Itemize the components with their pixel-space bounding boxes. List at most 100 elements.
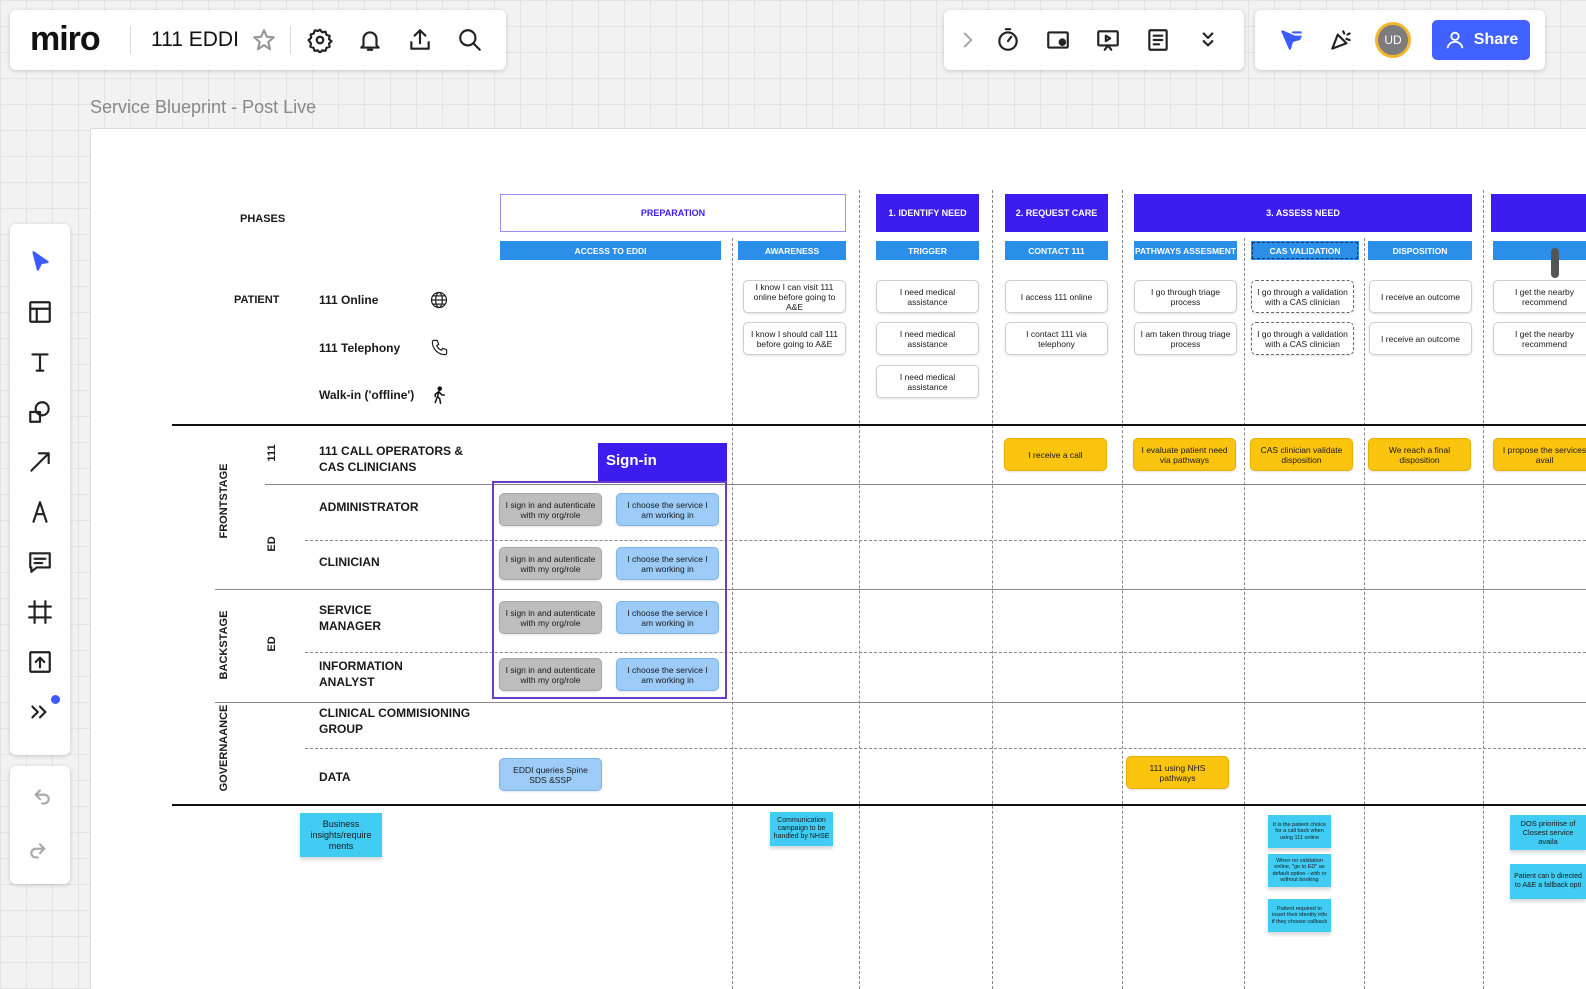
card-next-telephony[interactable]: I get the nearby recommend — [1493, 322, 1586, 355]
undo-redo-toolbar — [10, 766, 70, 884]
row-divider — [265, 484, 1586, 485]
subphase-access-eddi[interactable]: ACCESS TO EDDI — [500, 241, 721, 260]
card-choose-service-service-manager[interactable]: I choose the service I am working in — [616, 601, 719, 634]
board-title[interactable]: 111 EDDI — [151, 28, 239, 52]
card-signin-administrator[interactable]: I sign in and autenticate with my org/ro… — [499, 493, 602, 526]
phase-assess-need[interactable]: 3. ASSESS NEED — [1134, 194, 1472, 232]
column-divider — [1364, 238, 1365, 989]
card-contact-online[interactable]: I access 111 online — [1005, 280, 1108, 313]
pen-icon[interactable] — [20, 492, 60, 532]
card-choose-service-info-analyst[interactable]: I choose the service I am working in — [616, 658, 719, 691]
sticky-patient-choice[interactable]: It is the patient choice for a call back… — [1268, 815, 1331, 848]
signin-header[interactable]: Sign-in — [598, 443, 727, 481]
subphase-pathways[interactable]: PATHWAYS ASSESMENT — [1134, 241, 1237, 260]
comment-icon[interactable] — [20, 542, 60, 582]
presentation-icon[interactable] — [1092, 24, 1124, 56]
sticky-no-validation[interactable]: When no validation online, "go to ED" as… — [1268, 854, 1331, 887]
patient-label: PATIENT — [234, 294, 280, 306]
row-divider-solid — [172, 424, 1586, 426]
column-divider — [1244, 238, 1245, 989]
top-left-toolbar: miro 111 EDDI — [10, 10, 506, 70]
select-cursor-icon[interactable] — [20, 242, 60, 282]
sticky-ae-fallback[interactable]: Patient can b directed to A&E a fallback… — [1510, 864, 1586, 899]
sticky-comms-campaign[interactable]: Communication campaign to be handled by … — [770, 812, 833, 846]
sticky-dos-prioritise[interactable]: DOS prioritise of Closest service availa — [1510, 815, 1586, 850]
card-trigger-telephony[interactable]: I need medical assistance — [876, 322, 979, 355]
upload-tool-icon[interactable] — [20, 642, 60, 682]
globe-icon — [429, 290, 449, 315]
card-disposition-online[interactable]: I receive an outcome — [1369, 280, 1472, 313]
card-receive-call[interactable]: I receive a call — [1004, 438, 1107, 471]
subphase-disposition[interactable]: DISPOSITION — [1368, 241, 1472, 260]
card-nhs-pathways[interactable]: 111 using NHS pathways — [1126, 756, 1229, 789]
card-awareness-telephony[interactable]: I know I should call 111 before going to… — [743, 322, 846, 355]
phase-next[interactable] — [1491, 194, 1586, 232]
call-operators-label: 111 CALL OPERATORS & CAS CLINICIANS — [319, 443, 463, 475]
frame-title[interactable]: Service Blueprint - Post Live — [90, 97, 316, 118]
subphase-contact-111[interactable]: CONTACT 111 — [1005, 241, 1108, 260]
scrollbar-thumb[interactable] — [1551, 248, 1559, 278]
service-manager-label: SERVICE MANAGER — [319, 602, 381, 634]
card-awareness-online[interactable]: I know I can visit 111 online before goi… — [743, 280, 846, 313]
upload-icon[interactable] — [404, 24, 436, 56]
card-propose-services[interactable]: I propose the services avail — [1493, 438, 1586, 471]
celebrate-icon[interactable] — [1325, 24, 1357, 56]
label-line: CLINICAL COMMISIONING — [319, 706, 471, 720]
card-choose-service-administrator[interactable]: I choose the service I am working in — [616, 493, 719, 526]
shapes-icon[interactable] — [20, 392, 60, 432]
subphase-cas-validation[interactable]: CAS VALIDATION — [1251, 241, 1359, 260]
label-line: SERVICE — [319, 603, 372, 617]
card-pathways-online[interactable]: I go through triage process — [1134, 280, 1237, 313]
column-divider — [732, 238, 733, 989]
label-line: INFORMATION — [319, 659, 403, 673]
row-divider — [215, 702, 1586, 703]
card-trigger-walkin[interactable]: I need medical assistance — [876, 365, 979, 398]
row-divider-dashed — [305, 748, 1586, 749]
card-cas-validate[interactable]: CAS clinician validate disposition — [1250, 438, 1353, 471]
timer-icon[interactable] — [992, 24, 1024, 56]
card-next-online[interactable]: I get the nearby recommend — [1493, 280, 1586, 313]
double-chevron-down-icon[interactable] — [1192, 24, 1224, 56]
card-eddi-queries[interactable]: EDDI queries Spine SDS &SSP — [499, 758, 602, 791]
clinician-label: CLINICIAN — [319, 555, 380, 569]
frame-icon[interactable] — [20, 592, 60, 632]
label-line: CAS CLINICIANS — [319, 460, 417, 474]
card-signin-clinician[interactable]: I sign in and autenticate with my org/ro… — [499, 547, 602, 580]
phase-request-care[interactable]: 2. REQUEST CARE — [1005, 194, 1108, 232]
notes-icon[interactable] — [1142, 24, 1174, 56]
subphase-next[interactable] — [1493, 241, 1586, 260]
share-button[interactable]: Share — [1432, 20, 1530, 60]
card-trigger-online[interactable]: I need medical assistance — [876, 280, 979, 313]
card-cas-online[interactable]: I go through a validation with a CAS cli… — [1251, 280, 1354, 313]
phase-preparation[interactable]: PREPARATION — [500, 194, 846, 232]
card-signin-service-manager[interactable]: I sign in and autenticate with my org/ro… — [499, 601, 602, 634]
card-cas-telephony[interactable]: I go through a validation with a CAS cli… — [1251, 322, 1354, 355]
card-contact-telephony[interactable]: I contact 111 via telephony — [1005, 322, 1108, 355]
sticky-business-insights[interactable]: Business insights/require ments — [300, 813, 382, 857]
user-avatar[interactable]: UD — [1375, 22, 1411, 58]
undo-icon[interactable] — [20, 778, 60, 818]
chevron-right-icon[interactable] — [952, 24, 984, 56]
text-tool-icon[interactable] — [20, 342, 60, 382]
subphase-trigger[interactable]: TRIGGER — [876, 241, 979, 260]
star-icon[interactable] — [248, 24, 280, 56]
search-icon[interactable] — [454, 24, 486, 56]
card-choose-service-clinician[interactable]: I choose the service I am working in — [616, 547, 719, 580]
subphase-awareness[interactable]: AWARENESS — [738, 241, 846, 260]
video-chat-icon[interactable] — [1042, 24, 1074, 56]
connection-line-icon[interactable] — [20, 442, 60, 482]
card-signin-info-analyst[interactable]: I sign in and autenticate with my org/ro… — [499, 658, 602, 691]
phase-identify-need[interactable]: 1. IDENTIFY NEED — [876, 194, 979, 232]
card-evaluate-need[interactable]: I evaluate patient need via pathways — [1133, 438, 1236, 471]
card-disposition-telephony[interactable]: I receive an outcome — [1369, 322, 1472, 355]
notification-dot — [51, 695, 60, 704]
cursor-follow-icon[interactable] — [1275, 24, 1307, 56]
sticky-identity-info[interactable]: Patient required to insert their identit… — [1268, 899, 1331, 932]
settings-gear-icon[interactable] — [304, 24, 336, 56]
redo-icon[interactable] — [20, 832, 60, 872]
card-final-disposition[interactable]: We reach a final disposition — [1368, 438, 1471, 471]
templates-icon[interactable] — [20, 292, 60, 332]
miro-logo[interactable]: miro — [30, 20, 101, 59]
bell-icon[interactable] — [354, 24, 386, 56]
card-pathways-telephony[interactable]: I am taken throug triage process — [1134, 322, 1237, 355]
